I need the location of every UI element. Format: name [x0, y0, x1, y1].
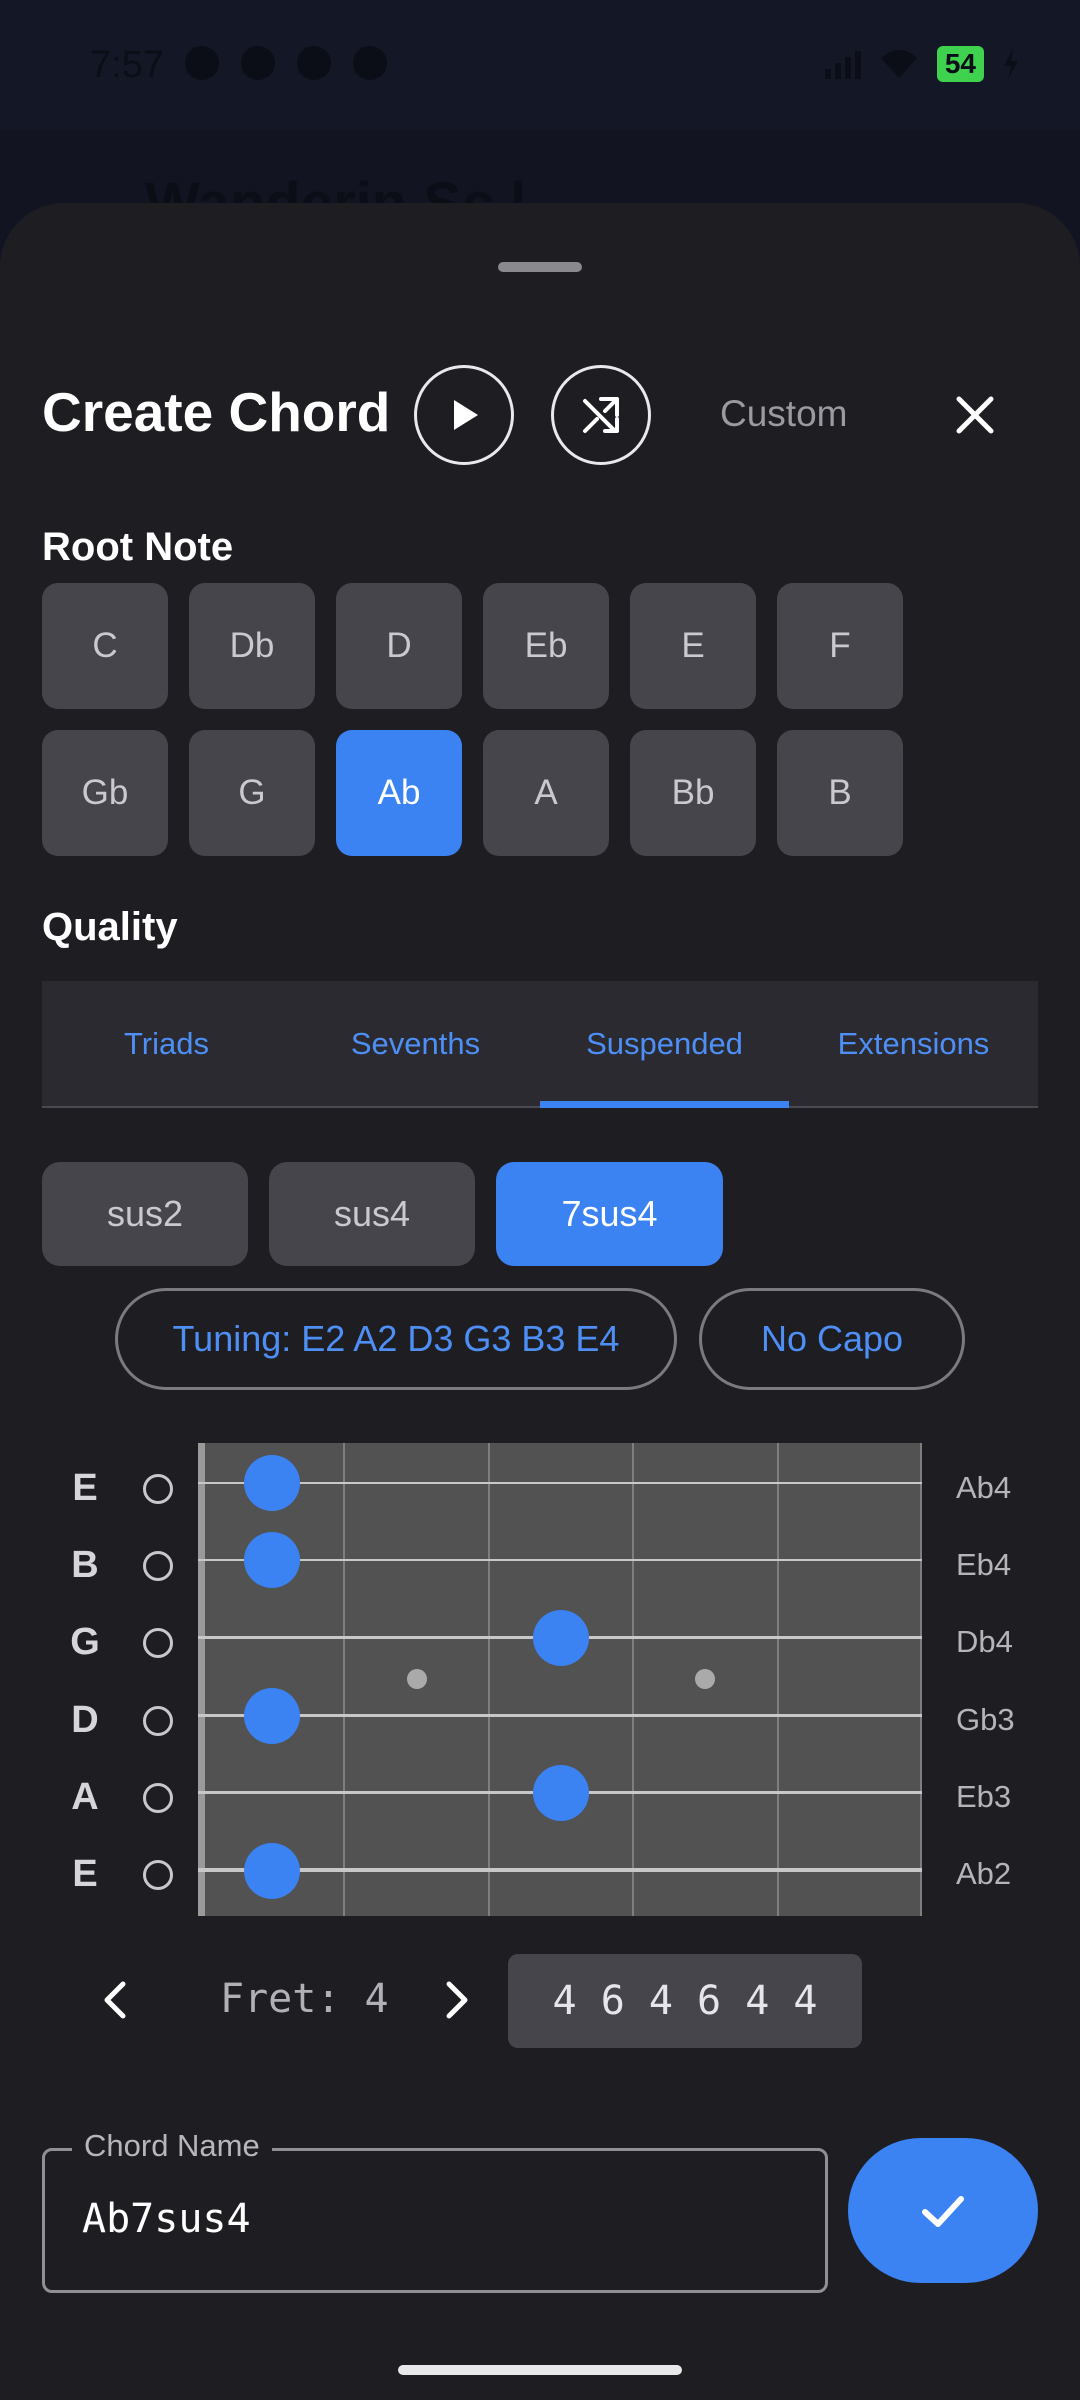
root-note-c[interactable]: C: [42, 583, 168, 709]
root-note-e[interactable]: E: [630, 583, 756, 709]
open-string-toggle[interactable]: [143, 1474, 173, 1504]
tab-suspended[interactable]: Suspended: [540, 981, 789, 1108]
string-name: E: [72, 1853, 98, 1895]
root-note-db[interactable]: Db: [189, 583, 315, 709]
string-note: Ab4: [956, 1470, 1012, 1505]
string-line: [198, 1482, 922, 1484]
play-icon: [454, 400, 478, 430]
root-note-ab[interactable]: Ab: [336, 730, 462, 856]
quality-heading: Quality: [42, 905, 178, 949]
drag-handle[interactable]: [498, 262, 582, 272]
root-note-a[interactable]: A: [483, 730, 609, 856]
app-notification-icon: [241, 46, 275, 80]
gmail-icon: [297, 46, 331, 80]
play-button[interactable]: [414, 365, 514, 465]
root-note-d[interactable]: D: [336, 583, 462, 709]
finger-dot[interactable]: [244, 1843, 300, 1899]
tab-extensions[interactable]: Extensions: [789, 981, 1038, 1106]
previous-fret-button[interactable]: [95, 1978, 135, 2022]
fret-line: [777, 1443, 779, 1916]
fret-inlay: [407, 1669, 427, 1689]
finger-dot[interactable]: [533, 1610, 589, 1666]
root-note-g[interactable]: G: [189, 730, 315, 856]
status-bar: 7:57 54: [0, 0, 1080, 130]
fingering-display: 4 6 4 6 4 4: [508, 1954, 862, 2048]
string-note: Eb4: [956, 1547, 1012, 1582]
string-name: B: [71, 1544, 99, 1586]
string-note: Eb3: [956, 1779, 1012, 1814]
quality-option-sus2[interactable]: sus2: [42, 1162, 248, 1266]
facebook-icon: [185, 46, 219, 80]
fretboard-nut: [198, 1443, 205, 1916]
tuning-button[interactable]: Tuning: E2 A2 D3 G3 B3 E4: [115, 1288, 677, 1390]
tab-triads[interactable]: Triads: [42, 981, 291, 1106]
string-line: [198, 1868, 922, 1872]
confirm-button[interactable]: [848, 2138, 1038, 2283]
string-name: G: [70, 1621, 100, 1663]
string-note: Db4: [956, 1624, 1013, 1659]
open-string-toggle[interactable]: [143, 1628, 173, 1658]
root-note-gb[interactable]: Gb: [42, 730, 168, 856]
quality-option-sus4[interactable]: sus4: [269, 1162, 475, 1266]
string-name: E: [72, 1467, 98, 1509]
shuffle-button[interactable]: [551, 365, 651, 465]
string-note: Ab2: [956, 1856, 1012, 1891]
string-note: Gb3: [956, 1702, 1015, 1737]
finger-dot[interactable]: [244, 1688, 300, 1744]
string-name: D: [71, 1699, 99, 1741]
finger-dot[interactable]: [244, 1532, 300, 1588]
fret-line: [920, 1443, 922, 1916]
open-string-toggle[interactable]: [143, 1706, 173, 1736]
capo-button[interactable]: No Capo: [699, 1288, 965, 1390]
string-line: [198, 1714, 922, 1717]
chord-name-label: Chord Name: [72, 2128, 272, 2164]
open-string-toggle[interactable]: [143, 1860, 173, 1890]
open-string-toggle[interactable]: [143, 1551, 173, 1581]
root-note-f[interactable]: F: [777, 583, 903, 709]
wifi-icon: [880, 50, 917, 78]
root-note-b[interactable]: B: [777, 730, 903, 856]
fret-inlay: [695, 1669, 715, 1689]
app-notification-icon-2: [353, 46, 387, 80]
fret-line: [632, 1443, 634, 1916]
fret-line: [343, 1443, 345, 1916]
chord-name-input[interactable]: [82, 2196, 782, 2242]
quality-tabs: Triads Sevenths Suspended Extensions: [42, 981, 1038, 1108]
tab-sevenths[interactable]: Sevenths: [291, 981, 540, 1106]
finger-dot[interactable]: [244, 1455, 300, 1511]
status-time: 7:57: [90, 44, 164, 86]
sheet-title: Create Chord: [42, 381, 391, 443]
fret-line: [488, 1443, 490, 1916]
close-icon[interactable]: [945, 385, 1005, 445]
charging-icon: [1004, 49, 1018, 79]
custom-label: Custom: [720, 393, 848, 434]
open-string-toggle[interactable]: [143, 1783, 173, 1813]
string-name: A: [71, 1776, 99, 1818]
finger-dot[interactable]: [533, 1765, 589, 1821]
root-note-eb[interactable]: Eb: [483, 583, 609, 709]
next-fret-button[interactable]: [437, 1978, 477, 2022]
fret-position-label: Fret: 4: [220, 1976, 389, 2022]
check-icon: [922, 2195, 964, 2227]
root-note-bb[interactable]: Bb: [630, 730, 756, 856]
shuffle-icon: [583, 397, 619, 433]
string-line: [198, 1559, 922, 1561]
signal-icon: [824, 49, 861, 79]
home-indicator[interactable]: [398, 2365, 682, 2375]
battery-icon: 54: [936, 46, 984, 82]
fretboard[interactable]: [198, 1443, 922, 1916]
quality-option-7sus4[interactable]: 7sus4: [496, 1162, 723, 1266]
root-note-heading: Root Note: [42, 525, 234, 569]
